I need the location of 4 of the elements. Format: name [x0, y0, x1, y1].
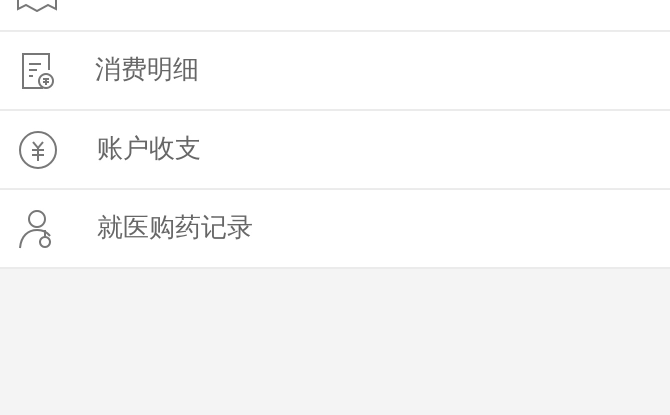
menu-item[interactable]: 账户收支: [0, 111, 670, 190]
menu-item[interactable]: 就医购药记录: [0, 190, 670, 269]
menu-item[interactable]: 消费明细: [0, 32, 670, 111]
yuan-coin-icon: [17, 128, 59, 170]
